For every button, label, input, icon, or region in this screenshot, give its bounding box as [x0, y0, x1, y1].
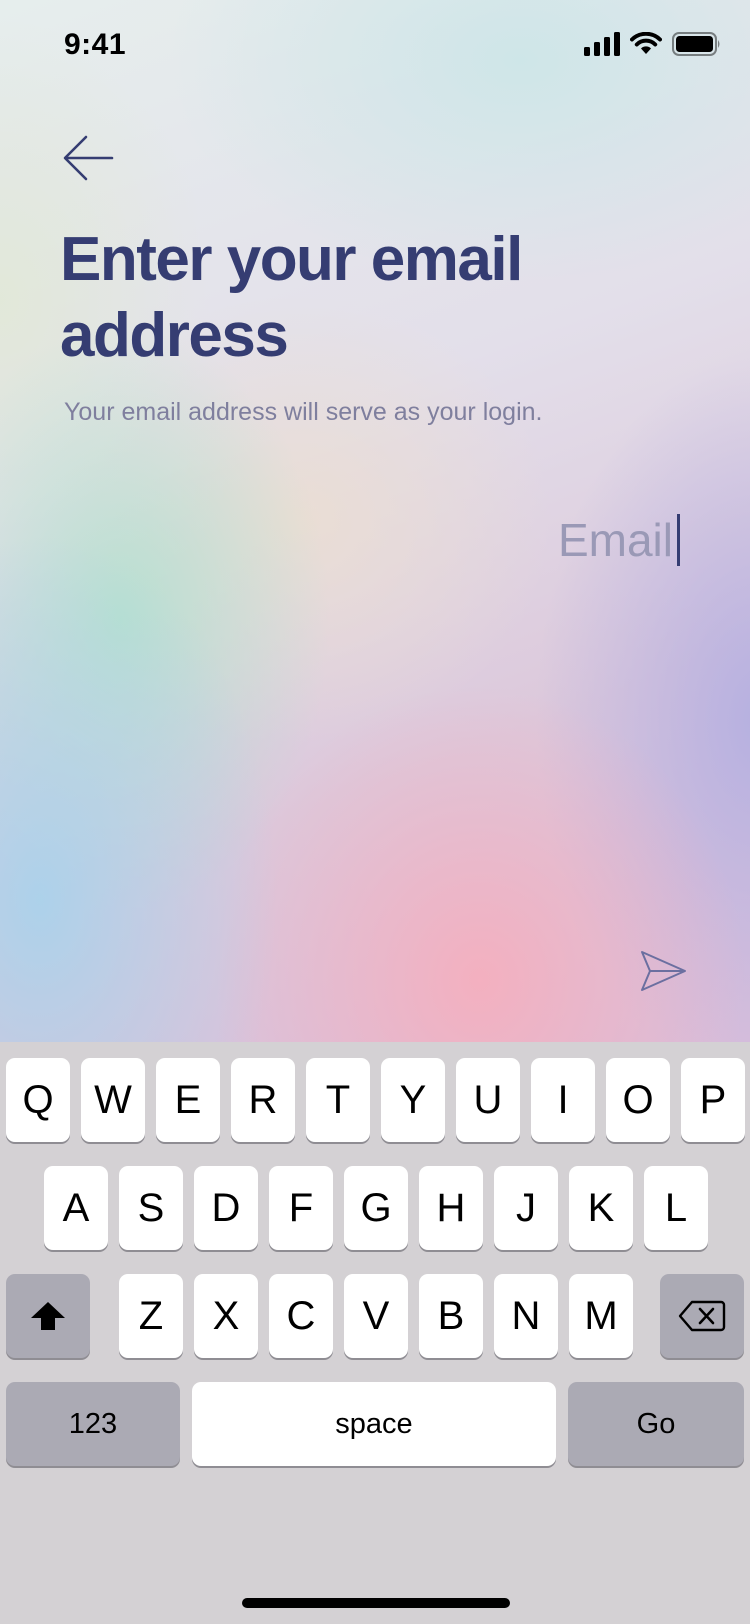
- send-icon: [641, 951, 686, 991]
- key-k[interactable]: K: [569, 1166, 633, 1250]
- key-h[interactable]: H: [419, 1166, 483, 1250]
- battery-icon: [672, 32, 720, 56]
- status-icons: [584, 32, 722, 56]
- page-title: Enter your email address: [60, 225, 523, 370]
- shift-key[interactable]: [6, 1274, 90, 1358]
- key-c[interactable]: C: [269, 1274, 333, 1358]
- cellular-signal-icon: [584, 32, 620, 56]
- key-w[interactable]: W: [81, 1058, 145, 1142]
- key-p[interactable]: P: [681, 1058, 745, 1142]
- email-field-wrapper: [373, 510, 680, 570]
- key-g[interactable]: G: [344, 1166, 408, 1250]
- key-o[interactable]: O: [606, 1058, 670, 1142]
- arrow-left-icon: [63, 135, 114, 181]
- shift-icon: [31, 1302, 65, 1330]
- screen-background: 9:41 Enter your email address Your email…: [0, 0, 750, 1042]
- keyboard: Q W E R T Y U I O P A S D F G H J K L Z …: [0, 1042, 750, 1624]
- key-t[interactable]: T: [306, 1058, 370, 1142]
- key-j[interactable]: J: [494, 1166, 558, 1250]
- key-z[interactable]: Z: [119, 1274, 183, 1358]
- key-l[interactable]: L: [644, 1166, 708, 1250]
- home-indicator: [242, 1598, 510, 1608]
- key-u[interactable]: U: [456, 1058, 520, 1142]
- key-n[interactable]: N: [494, 1274, 558, 1358]
- key-q[interactable]: Q: [6, 1058, 70, 1142]
- delete-key[interactable]: [660, 1274, 744, 1358]
- key-r[interactable]: R: [231, 1058, 295, 1142]
- email-input[interactable]: [373, 513, 673, 567]
- space-key[interactable]: space: [192, 1382, 556, 1466]
- key-b[interactable]: B: [419, 1274, 483, 1358]
- wifi-icon: [630, 32, 662, 54]
- key-i[interactable]: I: [531, 1058, 595, 1142]
- key-s[interactable]: S: [119, 1166, 183, 1250]
- key-v[interactable]: V: [344, 1274, 408, 1358]
- key-m[interactable]: M: [569, 1274, 633, 1358]
- page-subtitle: Your email address will serve as your lo…: [64, 398, 543, 426]
- key-y[interactable]: Y: [381, 1058, 445, 1142]
- key-x[interactable]: X: [194, 1274, 258, 1358]
- key-f[interactable]: F: [269, 1166, 333, 1250]
- text-caret: [677, 514, 680, 566]
- key-e[interactable]: E: [156, 1058, 220, 1142]
- key-d[interactable]: D: [194, 1166, 258, 1250]
- key-a[interactable]: A: [44, 1166, 108, 1250]
- backspace-icon: [678, 1300, 726, 1332]
- numbers-key[interactable]: 123: [6, 1382, 180, 1466]
- back-button[interactable]: [60, 130, 116, 186]
- go-key[interactable]: Go: [568, 1382, 744, 1466]
- send-button[interactable]: [640, 950, 688, 992]
- status-bar: 9:41: [0, 0, 750, 92]
- status-time: 9:41: [64, 28, 127, 61]
